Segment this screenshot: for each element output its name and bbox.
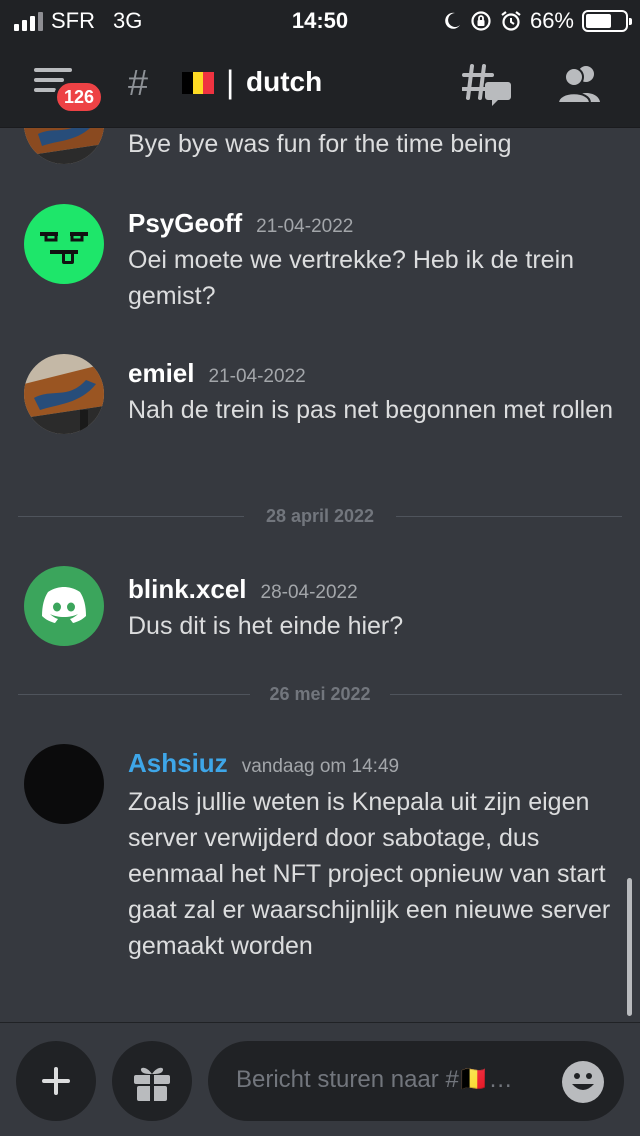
members-icon (556, 66, 600, 104)
menu-icon (34, 68, 72, 72)
message-author[interactable]: PsyGeoff 21-04-2022 (128, 208, 353, 239)
notification-badge: 126 (54, 80, 105, 114)
green-face-avatar[interactable] (24, 204, 104, 284)
battery-icon (582, 10, 632, 32)
message-timestamp: 21-04-2022 (256, 216, 354, 237)
message-timestamp: vandaag om 14:49 (241, 756, 400, 777)
channel-name: dutch (246, 66, 323, 97)
table-photo-avatar[interactable] (24, 128, 104, 164)
message-author[interactable]: Ashsiuz vandaag om 14:49 (128, 748, 399, 779)
threads-button[interactable] (461, 62, 512, 108)
message-list[interactable]: Bye bye was fun for the time being PsyGe… (0, 128, 640, 1022)
message-text: Zoals jullie weten is Knepala uit zijn e… (128, 788, 611, 960)
message-text: Nah de trein is pas net begonnen met rol… (128, 396, 614, 424)
smiley-icon (572, 1073, 594, 1090)
author-name[interactable]: emiel (128, 358, 195, 388)
attach-button[interactable] (16, 1041, 96, 1121)
black-avatar[interactable] (24, 744, 104, 824)
author-name[interactable]: Ashsiuz (128, 748, 228, 778)
date-divider: 28 april 2022 (18, 506, 622, 526)
discord-logo-avatar[interactable] (24, 566, 104, 646)
message-text: Dus dit is het einde hier? (128, 612, 404, 640)
message-timestamp: 28-04-2022 (260, 582, 358, 603)
table-photo-avatar[interactable] (24, 354, 104, 434)
emoji-button[interactable] (562, 1061, 604, 1103)
status-right: 66% (442, 8, 632, 34)
battery-percent: 66% (529, 8, 574, 33)
discord-logo-icon (42, 587, 86, 623)
message-text: Bye bye was fun for the time being (128, 130, 512, 158)
message-composer: Bericht sturen naar #🇧🇪… (0, 1022, 640, 1136)
author-name[interactable]: PsyGeoff (128, 208, 242, 238)
message-input[interactable]: Bericht sturen naar #🇧🇪… (208, 1041, 624, 1121)
plus-icon (42, 1067, 70, 1095)
message-timestamp: 21-04-2022 (208, 366, 306, 387)
members-button[interactable] (556, 64, 602, 104)
gift-button[interactable] (112, 1041, 192, 1121)
channel-header: 126 # | dutch (0, 40, 640, 128)
message-text: Oei moete we vertrekke? Heb ik de trein … (128, 246, 575, 310)
message-author[interactable]: blink.xcel 28-04-2022 (128, 574, 358, 605)
threads-icon (461, 64, 511, 106)
rotation-lock-icon (471, 11, 491, 31)
scrollbar[interactable] (627, 878, 632, 1016)
date-divider-label: 26 mei 2022 (255, 684, 385, 704)
date-divider: 26 mei 2022 (18, 684, 622, 704)
belgium-flag-icon (182, 72, 215, 94)
message-author[interactable]: emiel 21-04-2022 (128, 358, 306, 389)
author-name[interactable]: blink.xcel (128, 574, 247, 604)
status-bar: SFR 3G 14:50 66% (0, 0, 640, 40)
date-divider-label: 28 april 2022 (251, 506, 389, 526)
message-input-placeholder[interactable]: Bericht sturen naar #🇧🇪… (236, 1065, 556, 1094)
moon-icon (445, 12, 460, 29)
gift-icon (134, 1067, 170, 1101)
alarm-icon (501, 11, 521, 31)
channel-hash-icon: # (128, 62, 149, 103)
channel-separator: | (226, 64, 235, 100)
